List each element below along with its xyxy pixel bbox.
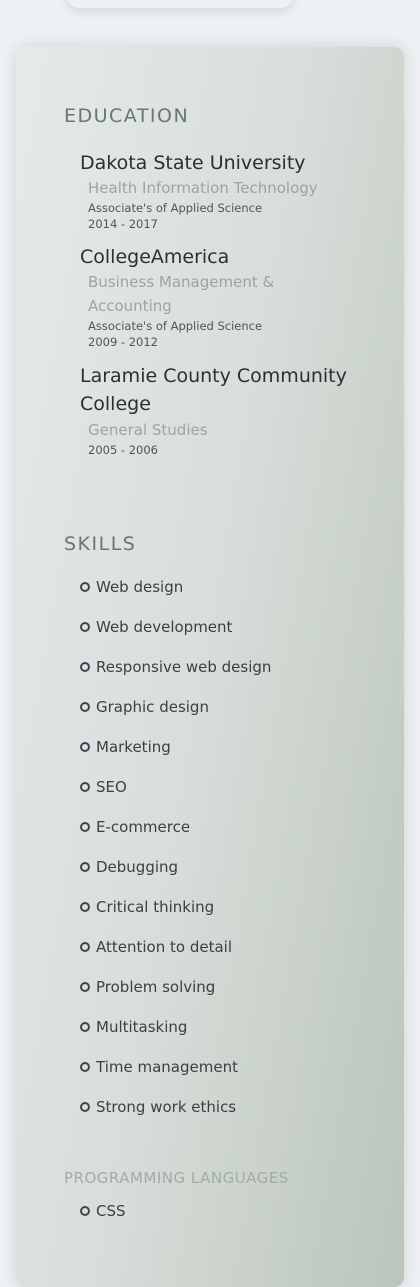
circle-bullet-icon	[80, 702, 90, 712]
circle-bullet-icon	[80, 622, 90, 632]
circle-bullet-icon	[80, 1206, 90, 1216]
skill-label: Critical thinking	[96, 898, 215, 916]
school-name: Laramie County Community College	[80, 365, 347, 415]
degree-field: General Studies	[88, 421, 208, 439]
school-name: Dakota State University	[80, 152, 306, 174]
circle-bullet-icon	[80, 1102, 90, 1112]
credential: Associate's of Applied Science	[88, 201, 263, 215]
skill-label: Responsive web design	[96, 658, 272, 676]
previous-card-edge	[66, 0, 294, 8]
skill-item: Attention to detail	[80, 927, 380, 967]
degree-field: Business Management & Accounting	[88, 273, 275, 315]
language-item: CSS	[80, 1191, 126, 1231]
circle-bullet-icon	[80, 982, 90, 992]
skill-item: Problem solving	[80, 967, 380, 1007]
circle-bullet-icon	[80, 822, 90, 832]
resume-sidebar-card: EDUCATION Dakota State University Health…	[16, 47, 404, 1287]
circle-bullet-icon	[80, 582, 90, 592]
education-dates: 2005 - 2006	[88, 443, 158, 457]
skill-label: Strong work ethics	[96, 1098, 237, 1116]
language-label: CSS	[96, 1202, 126, 1220]
skill-item: Web development	[80, 607, 380, 647]
skill-label: Multitasking	[96, 1018, 188, 1036]
circle-bullet-icon	[80, 862, 90, 872]
skill-label: Problem solving	[96, 978, 216, 996]
skill-label: Web development	[96, 618, 233, 636]
education-item: CollegeAmerica Business Management & Acc…	[80, 244, 380, 350]
circle-bullet-icon	[80, 742, 90, 752]
skill-item: Marketing	[80, 727, 380, 767]
skill-item: Debugging	[80, 847, 380, 887]
skill-label: Web design	[96, 578, 184, 596]
education-dates: 2009 - 2012	[88, 335, 158, 349]
circle-bullet-icon	[80, 942, 90, 952]
skill-item: Multitasking	[80, 1007, 380, 1047]
skill-item: E-commerce	[80, 807, 380, 847]
skill-item: Critical thinking	[80, 887, 380, 927]
skill-item: Responsive web design	[80, 647, 380, 687]
programming-languages-heading: PROGRAMMING LANGUAGES	[64, 1169, 289, 1187]
education-item: Dakota State University Health Informati…	[80, 150, 380, 232]
skill-label: Graphic design	[96, 698, 209, 716]
skills-heading: SKILLS	[64, 533, 137, 555]
skill-label: E-commerce	[96, 818, 191, 836]
education-dates: 2014 - 2017	[88, 217, 158, 231]
circle-bullet-icon	[80, 1062, 90, 1072]
skill-label: Time management	[96, 1058, 238, 1076]
education-item: Laramie County Community College General…	[80, 362, 380, 458]
skill-item: Strong work ethics	[80, 1087, 380, 1127]
programming-languages-list: CSS	[80, 1191, 126, 1231]
skill-label: Attention to detail	[96, 938, 232, 956]
credential: Associate's of Applied Science	[88, 319, 263, 333]
education-list: Dakota State University Health Informati…	[80, 150, 380, 470]
circle-bullet-icon	[80, 662, 90, 672]
skill-label: Debugging	[96, 858, 179, 876]
skills-list: Web design Web development Responsive we…	[80, 567, 380, 1127]
skill-item: Graphic design	[80, 687, 380, 727]
circle-bullet-icon	[80, 782, 90, 792]
degree-field: Health Information Technology	[88, 179, 318, 197]
school-name: CollegeAmerica	[80, 246, 230, 268]
skill-item: Time management	[80, 1047, 380, 1087]
circle-bullet-icon	[80, 902, 90, 912]
circle-bullet-icon	[80, 1022, 90, 1032]
skill-label: Marketing	[96, 738, 171, 756]
skill-item: SEO	[80, 767, 380, 807]
skill-label: SEO	[96, 778, 127, 796]
education-heading: EDUCATION	[64, 105, 190, 127]
skill-item: Web design	[80, 567, 380, 607]
